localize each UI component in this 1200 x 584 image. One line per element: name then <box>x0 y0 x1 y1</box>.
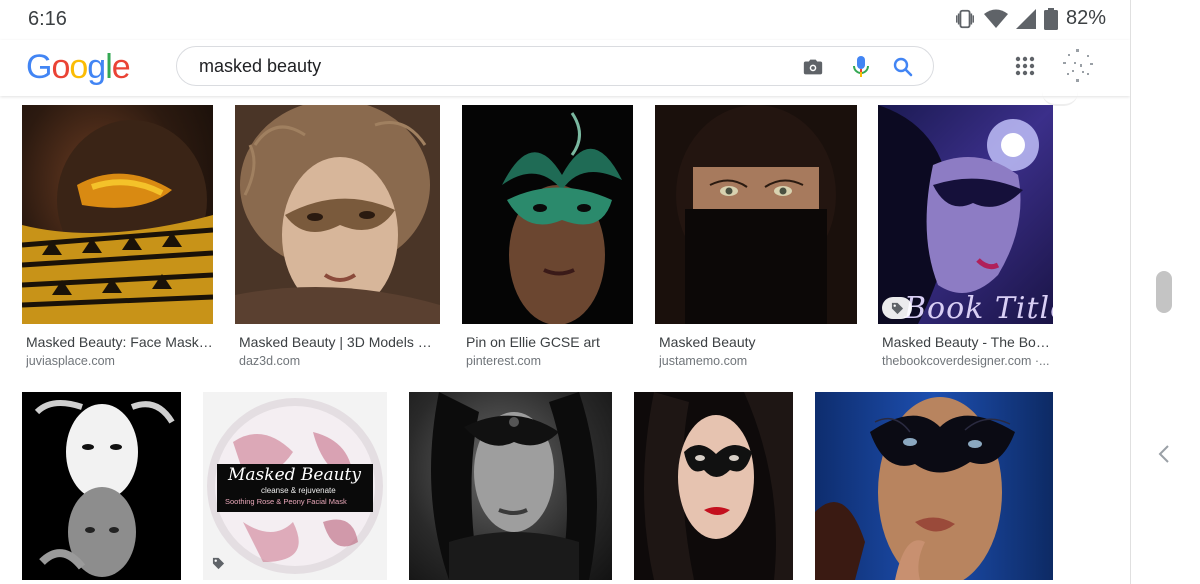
image-result[interactable]: Masked Beauty cleanse & rejuvenate Sooth… <box>203 392 387 580</box>
image-result[interactable]: Book Title Masked Beauty - The Boo... th… <box>878 105 1053 375</box>
result-title[interactable]: Masked Beauty <box>659 334 857 350</box>
scrollbar-handle[interactable] <box>1156 271 1172 313</box>
result-title[interactable]: Pin on Ellie GCSE art <box>466 334 633 350</box>
tag-icon <box>212 557 224 569</box>
result-thumbnail[interactable] <box>655 105 857 324</box>
niqab-woman-image <box>655 105 857 324</box>
search-icon[interactable] <box>891 55 915 79</box>
result-source[interactable]: thebookcoverdesigner.com ·... <box>882 354 1053 368</box>
wifi-icon <box>983 9 1008 28</box>
result-thumbnail[interactable] <box>815 392 1053 580</box>
product-tag-badge <box>882 297 912 319</box>
tag-icon <box>891 302 903 314</box>
product-tag-badge <box>203 552 233 574</box>
result-thumbnail[interactable]: Book Title <box>878 105 1053 324</box>
result-title[interactable]: Masked Beauty - The Boo... <box>882 334 1053 350</box>
status-time: 6:16 <box>28 8 67 30</box>
product-name-text: Soothing Rose & Peony Facial Mask <box>225 497 347 506</box>
product-sub-text: cleanse & rejuvenate <box>261 486 336 495</box>
logo-letter: g <box>87 48 106 86</box>
result-thumbnail[interactable] <box>409 392 612 580</box>
3d-masked-woman-image <box>235 105 440 324</box>
camera-icon[interactable] <box>802 56 824 78</box>
search-box[interactable] <box>176 46 934 86</box>
google-logo[interactable]: Google <box>26 48 131 87</box>
search-header: Google <box>0 40 1130 96</box>
product-brand-text: Masked Beauty <box>228 465 361 485</box>
battery-icon <box>1043 7 1058 30</box>
result-title[interactable]: Masked Beauty | 3D Models an... <box>239 334 439 350</box>
status-icons: 82% <box>954 7 1106 30</box>
result-thumbnail[interactable] <box>462 105 633 324</box>
result-thumbnail[interactable] <box>235 105 440 324</box>
scroll-fade-arc <box>1042 92 1078 106</box>
status-bar: 6:16 82% <box>0 0 1130 40</box>
logo-letter: G <box>26 48 52 86</box>
image-result[interactable]: Masked Beauty justamemo.com <box>655 105 857 375</box>
result-thumbnail[interactable] <box>22 392 181 580</box>
image-result[interactable] <box>409 392 612 580</box>
result-source[interactable]: daz3d.com <box>239 354 439 368</box>
logo-letter: o <box>51 48 70 86</box>
result-source[interactable]: pinterest.com <box>466 354 633 368</box>
apps-grid-icon[interactable] <box>1015 56 1035 76</box>
blue-lace-mask-image <box>815 397 1015 580</box>
image-result[interactable] <box>634 392 793 580</box>
chevron-left-icon[interactable] <box>1158 444 1170 464</box>
result-thumbnail[interactable] <box>22 105 213 324</box>
result-source[interactable]: justamemo.com <box>659 354 857 368</box>
image-result[interactable] <box>22 392 181 580</box>
image-result[interactable]: Masked Beauty | 3D Models an... daz3d.co… <box>235 105 440 375</box>
search-input[interactable] <box>199 56 759 77</box>
image-result[interactable] <box>815 392 1053 580</box>
signal-icon <box>1015 8 1036 29</box>
masked-face-image <box>22 120 213 324</box>
bw-masked-woman-image <box>431 392 597 580</box>
white-mask-image <box>34 400 175 577</box>
mic-icon[interactable] <box>852 55 870 79</box>
image-result[interactable]: Masked Beauty: Face Mask ... juviasplace… <box>22 105 213 375</box>
battery-percent: 82% <box>1065 7 1106 29</box>
green-mask-woman-image <box>502 112 622 324</box>
image-result[interactable]: Pin on Ellie GCSE art pinterest.com <box>462 105 633 375</box>
lace-mask-woman-image <box>644 392 793 580</box>
logo-letter: e <box>111 48 131 86</box>
result-title[interactable]: Masked Beauty: Face Mask ... <box>26 334 213 350</box>
result-source[interactable]: juviasplace.com <box>26 354 213 368</box>
result-thumbnail[interactable]: Masked Beauty cleanse & rejuvenate Sooth… <box>203 392 387 580</box>
result-thumbnail[interactable] <box>634 392 793 580</box>
account-icon[interactable] <box>1060 48 1096 84</box>
logo-letter: o <box>69 48 88 86</box>
book-cover-title-text: Book Title <box>904 291 1053 324</box>
vibrate-icon <box>955 9 974 28</box>
